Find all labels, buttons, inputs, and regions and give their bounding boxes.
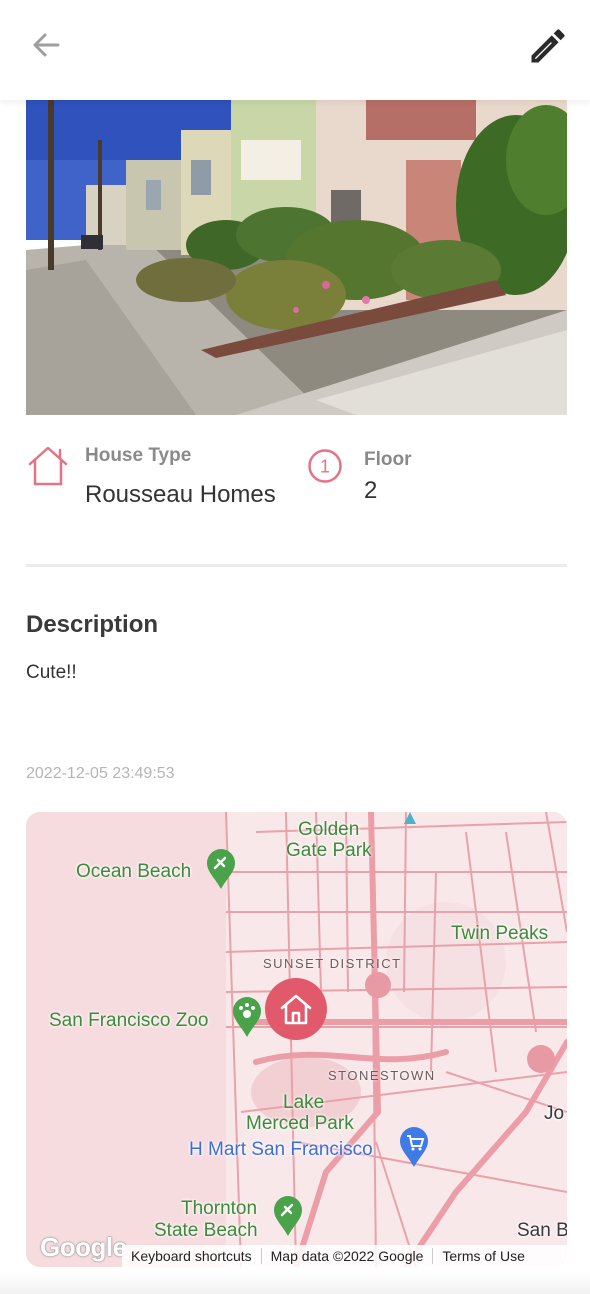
- map-label-twin-peaks: Twin Peaks: [451, 923, 549, 944]
- post-timestamp: 2022-12-05 23:49:53: [26, 765, 175, 782]
- map-label-thornton-1: Thornton: [181, 1198, 258, 1219]
- arrow-left-icon: [33, 33, 60, 57]
- floor-label: Floor: [364, 449, 412, 470]
- map-label-sf-zoo: San Francisco Zoo: [49, 1010, 209, 1031]
- map-label-san-bruno: San B: [517, 1220, 567, 1241]
- section-divider: [26, 564, 567, 567]
- map-label-jo: Jo: [544, 1103, 565, 1124]
- zoo-pin-icon[interactable]: [231, 996, 263, 1038]
- house-type-value: Rousseau Homes: [85, 481, 276, 508]
- park-pin-icon[interactable]: [205, 848, 237, 890]
- beach-pin-icon[interactable]: [272, 1195, 304, 1237]
- floor-value: 2: [364, 477, 378, 504]
- house-type-label: House Type: [85, 445, 192, 466]
- description-text: Cute!!: [26, 662, 77, 683]
- pencil-icon: [531, 29, 565, 63]
- map-label-thornton-2: State Beach: [154, 1220, 258, 1241]
- map-label-ocean-beach: Ocean Beach: [76, 861, 192, 882]
- home-location-marker[interactable]: [265, 978, 327, 1040]
- map-label-lake-merced-1: Lake: [283, 1092, 325, 1113]
- floor-badge-text: 1: [320, 457, 330, 477]
- map-label-h-mart: H Mart San Francisco: [189, 1139, 373, 1160]
- map-label-golden-gate-2: Gate Park: [286, 840, 372, 861]
- shopping-pin-icon[interactable]: [398, 1126, 430, 1168]
- keyboard-shortcuts-link[interactable]: Keyboard shortcuts: [122, 1248, 262, 1264]
- map-attribution-bar: Keyboard shortcuts Map data ©2022 Google…: [122, 1245, 567, 1267]
- house-photo: [26, 100, 567, 415]
- top-app-bar: [0, 0, 590, 100]
- map-label-sunset-district: SUNSET DISTRICT: [263, 956, 402, 971]
- map-data-text: Map data ©2022 Google: [262, 1248, 434, 1264]
- back-button[interactable]: [26, 26, 66, 66]
- description-heading: Description: [26, 611, 159, 638]
- edit-button[interactable]: [526, 24, 570, 68]
- google-logo: Google: [40, 1232, 127, 1262]
- floor-number-icon: 1: [308, 449, 342, 483]
- map-label-golden-gate-1: Golden: [298, 819, 360, 840]
- map-label-stonestown: STONESTOWN: [328, 1068, 436, 1083]
- map-label-lake-merced-2: Merced Park: [246, 1113, 354, 1134]
- terms-of-use-link[interactable]: Terms of Use: [433, 1248, 533, 1264]
- home-marker-icon: [280, 994, 312, 1025]
- bottom-fade: [0, 1272, 590, 1294]
- house-icon: [28, 446, 68, 486]
- location-map[interactable]: Golden Gate Park Ocean Beach Twin Peaks …: [26, 812, 567, 1267]
